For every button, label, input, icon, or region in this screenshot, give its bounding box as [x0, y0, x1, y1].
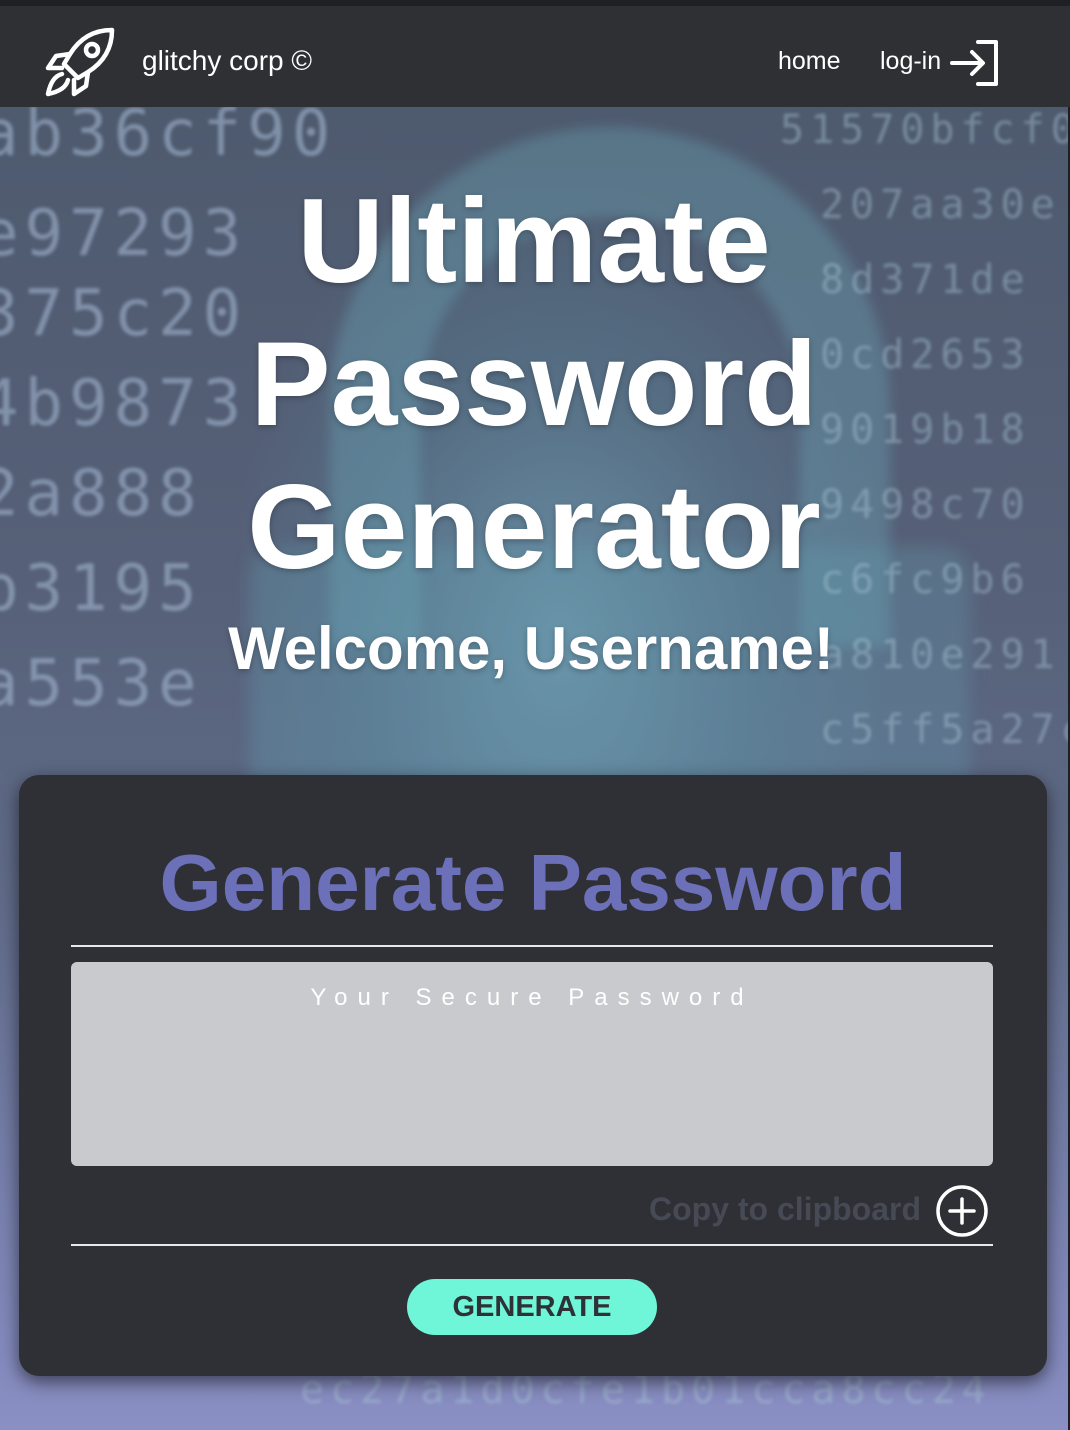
plus-circle-icon[interactable] [935, 1184, 989, 1238]
copy-to-clipboard-label[interactable]: Copy to clipboard [633, 1191, 921, 1228]
nav-home-link[interactable]: home [778, 47, 841, 76]
rocket-icon[interactable] [42, 24, 118, 100]
welcome-message: Welcome, Username! [228, 615, 834, 682]
hero-title-line: Password [250, 317, 818, 451]
top-navigation-bar: glitchy corp © home log-in [0, 0, 1070, 107]
hero-title-line: Ultimate [297, 174, 771, 308]
password-output-field[interactable] [71, 962, 993, 1166]
divider [71, 945, 993, 947]
hero-title-line: Generator [247, 460, 821, 594]
card-title: Generate Password [159, 838, 907, 927]
hero-title: Ultimate Password Generator [0, 170, 1068, 599]
background-hex-row: c5ff5a27c5 [820, 707, 1068, 753]
generate-button[interactable]: GENERATE [407, 1279, 657, 1335]
nav-login-link[interactable]: log-in [880, 47, 941, 76]
background-hex-row: 51570bfcf05 [780, 107, 1068, 153]
password-generator-card: Generate Password Copy to clipboard GENE… [19, 775, 1047, 1376]
log-in-arrow-icon[interactable] [948, 38, 1000, 88]
brand-name: glitchy corp © [142, 45, 313, 76]
divider [71, 1244, 993, 1246]
